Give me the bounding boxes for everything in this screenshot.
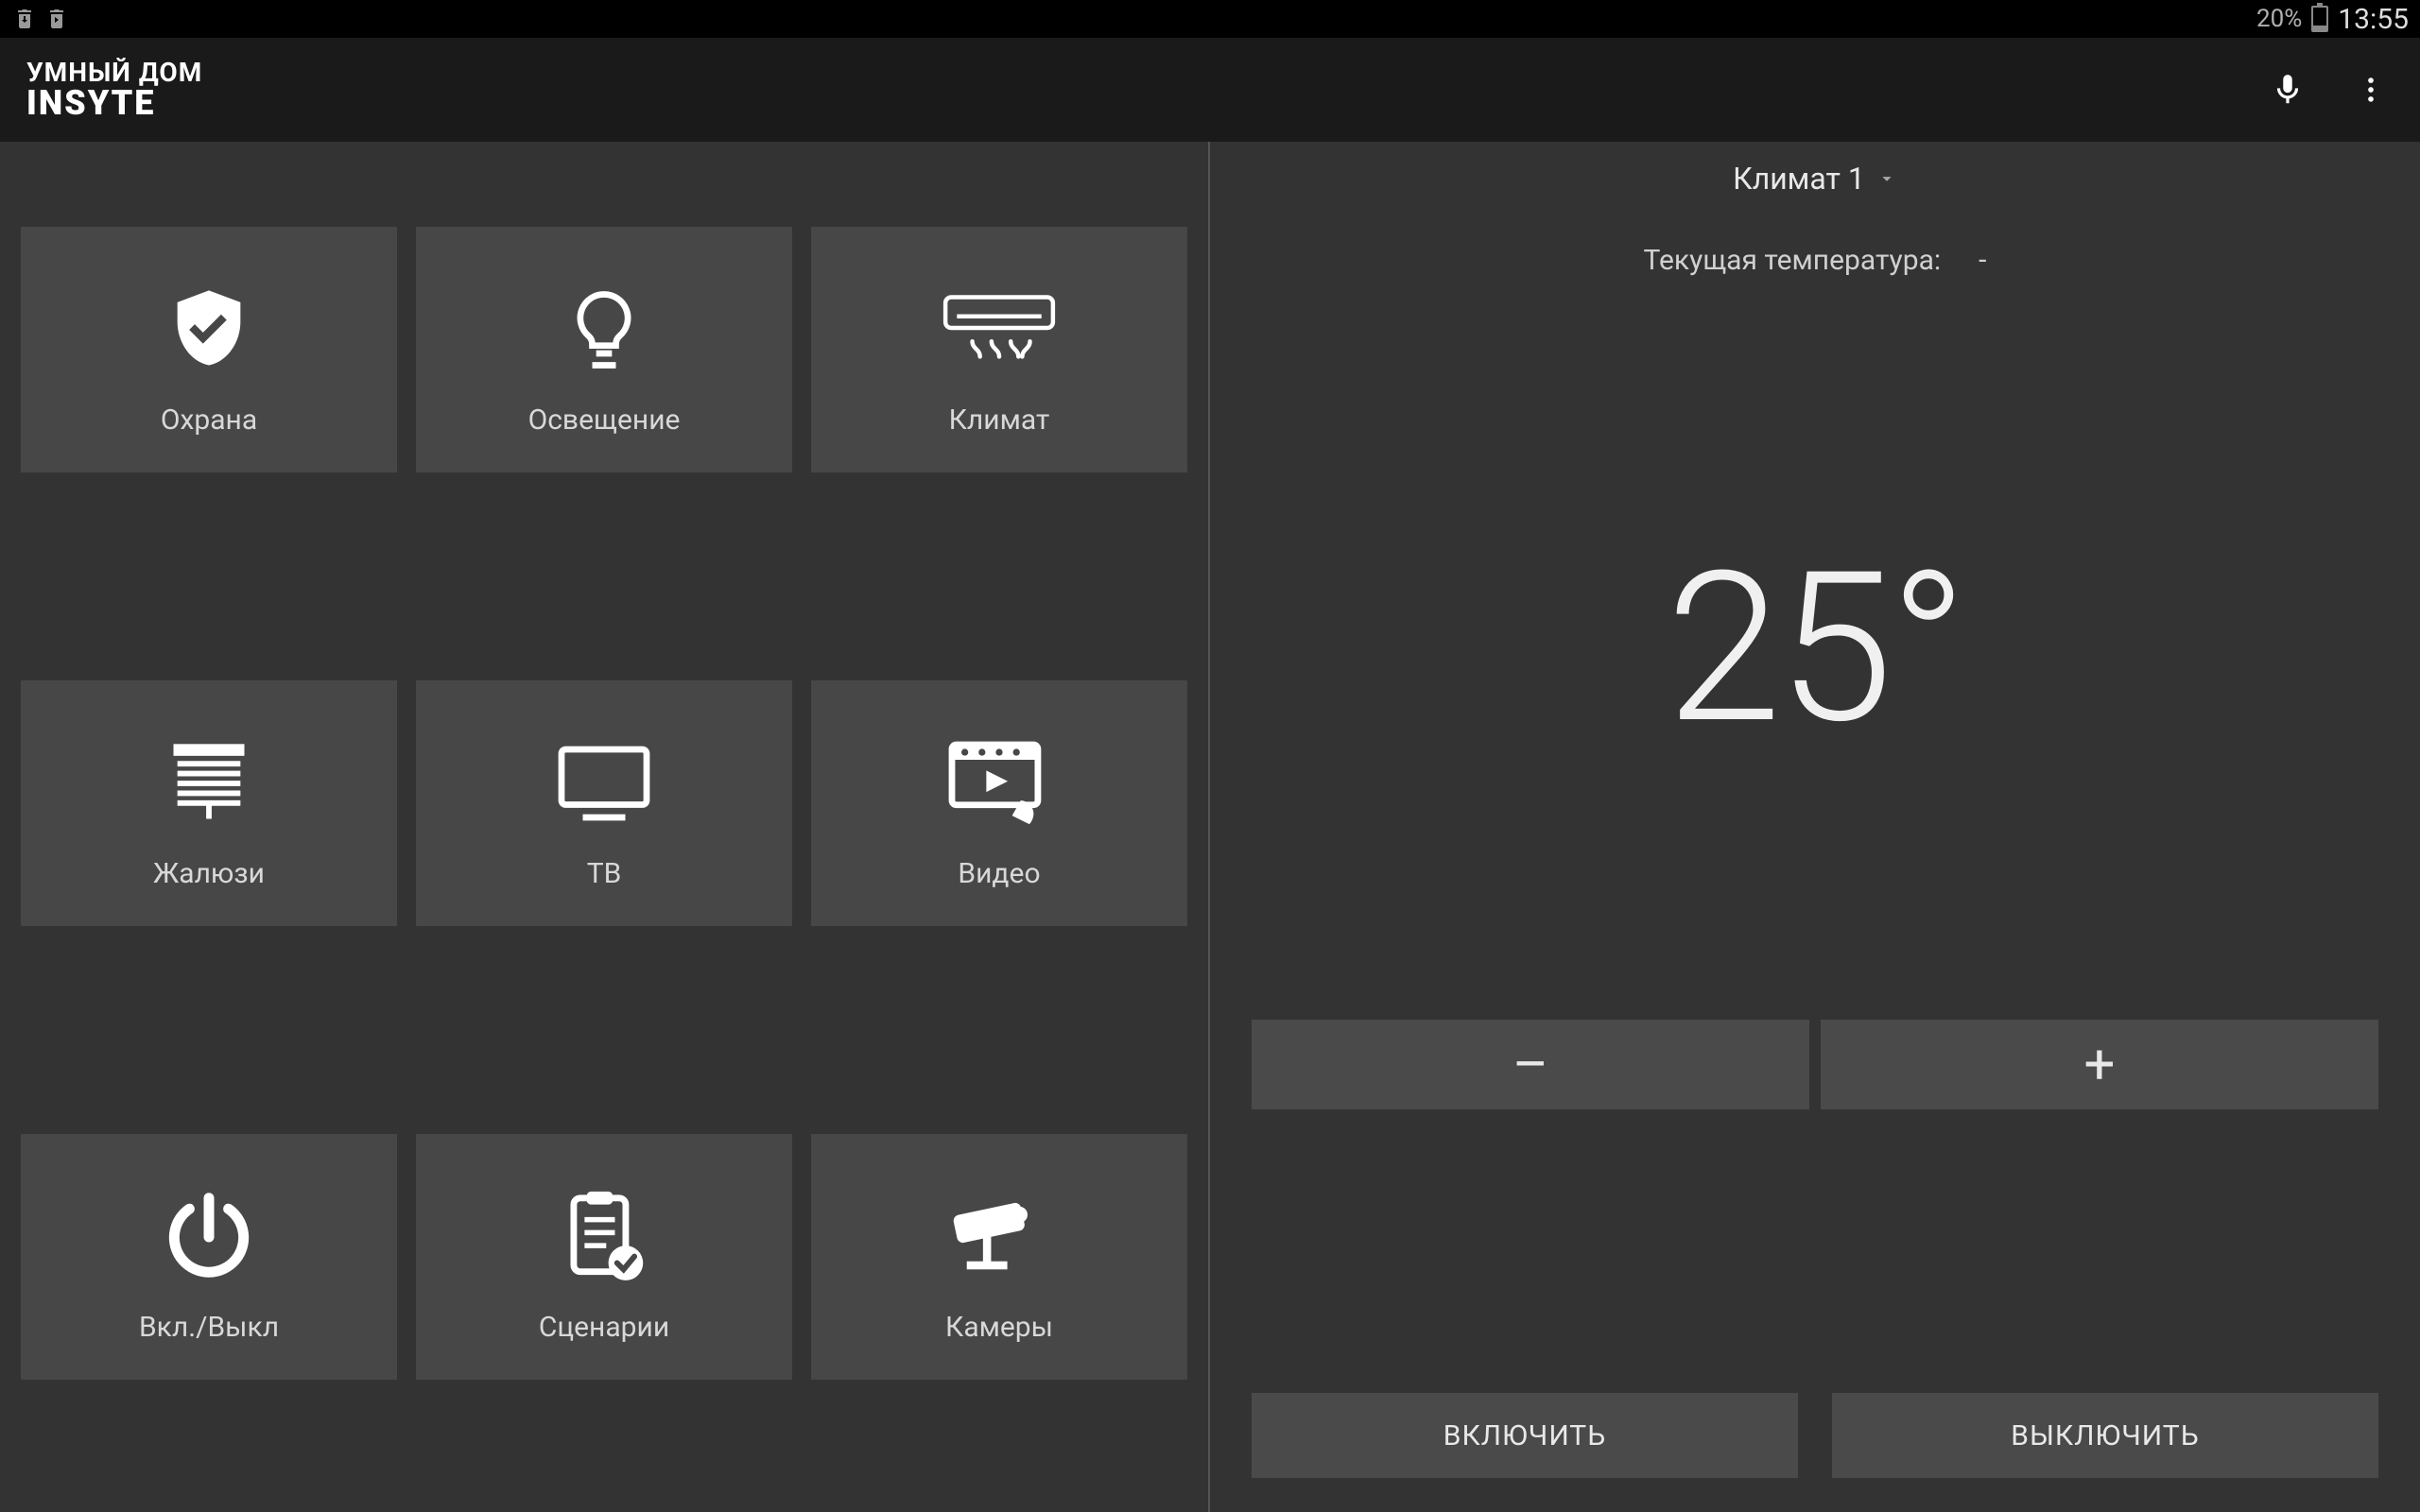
tile-grid: Охрана Освещение Климат Жалюзи ТВ <box>0 142 1208 1512</box>
lightbulb-icon <box>557 264 651 396</box>
tile-security[interactable]: Охрана <box>21 227 397 472</box>
chevron-down-icon <box>1876 168 1897 189</box>
ac-icon <box>938 264 1061 396</box>
status-bar: 20% 13:55 <box>0 0 2420 38</box>
temp-decrease-button[interactable]: – <box>1252 1020 1809 1109</box>
battery-percent: 20% <box>2256 5 2302 33</box>
off-label: ВЫКЛЮЧИТЬ <box>2011 1419 2199 1452</box>
tile-label: Жалюзи <box>153 857 265 890</box>
tile-blinds[interactable]: Жалюзи <box>21 680 397 926</box>
tile-tv[interactable]: ТВ <box>416 680 792 926</box>
app-bar: УМНЫЙ ДОМ INSYTE <box>0 38 2420 142</box>
on-label: ВКЛЮЧИТЬ <box>1443 1419 1607 1452</box>
climate-panel: Климат 1 Текущая температура: - 25° – + … <box>1210 142 2420 1512</box>
download-icon-2 <box>43 8 70 30</box>
blinds-icon <box>162 717 256 850</box>
download-icon <box>11 8 38 30</box>
logo: УМНЫЙ ДОМ INSYTE <box>26 60 202 120</box>
more-vert-icon <box>2355 74 2387 106</box>
overflow-menu-button[interactable] <box>2348 67 2394 112</box>
voice-button[interactable] <box>2265 67 2310 112</box>
tile-video[interactable]: Видео <box>811 680 1187 926</box>
video-touch-icon <box>942 717 1056 850</box>
tile-label: Камеры <box>945 1311 1053 1344</box>
tile-scenarios[interactable]: Сценарии <box>416 1134 792 1380</box>
microphone-icon <box>2270 72 2306 108</box>
turn-off-button[interactable]: ВЫКЛЮЧИТЬ <box>1832 1393 2378 1478</box>
climate-zone-label: Климат 1 <box>1733 161 1865 197</box>
power-icon <box>157 1171 261 1303</box>
tile-cameras[interactable]: Камеры <box>811 1134 1187 1380</box>
clock: 13:55 <box>2338 3 2409 36</box>
battery-icon <box>2311 6 2328 32</box>
tile-label: Климат <box>949 404 1050 437</box>
tile-lighting[interactable]: Освещение <box>416 227 792 472</box>
tile-label: ТВ <box>587 857 622 890</box>
tile-label: Сценарии <box>539 1311 669 1344</box>
tile-label: Освещение <box>528 404 681 437</box>
set-temperature: 25° <box>1666 526 1963 770</box>
tile-label: Видео <box>958 857 1040 890</box>
temp-increase-button[interactable]: + <box>1821 1020 2378 1109</box>
cctv-icon <box>942 1171 1056 1303</box>
climate-zone-selector[interactable]: Климат 1 <box>1252 161 2378 197</box>
current-temp-label: Текущая температура: <box>1644 244 1942 277</box>
tile-label: Охрана <box>161 404 257 437</box>
clipboard-check-icon <box>552 1171 656 1303</box>
current-temp-value: - <box>1979 244 1986 277</box>
tile-power[interactable]: Вкл./Выкл <box>21 1134 397 1380</box>
current-temp-row: Текущая температура: - <box>1252 244 2378 277</box>
turn-on-button[interactable]: ВКЛЮЧИТЬ <box>1252 1393 1798 1478</box>
logo-subtitle: INSYTE <box>26 86 202 120</box>
minus-icon: – <box>1512 1033 1548 1097</box>
tile-label: Вкл./Выкл <box>139 1311 279 1344</box>
tile-climate[interactable]: Климат <box>811 227 1187 472</box>
tv-icon <box>552 717 656 850</box>
shield-check-icon <box>162 264 256 396</box>
plus-icon: + <box>2084 1033 2116 1097</box>
logo-title: УМНЫЙ ДОМ <box>26 60 202 86</box>
